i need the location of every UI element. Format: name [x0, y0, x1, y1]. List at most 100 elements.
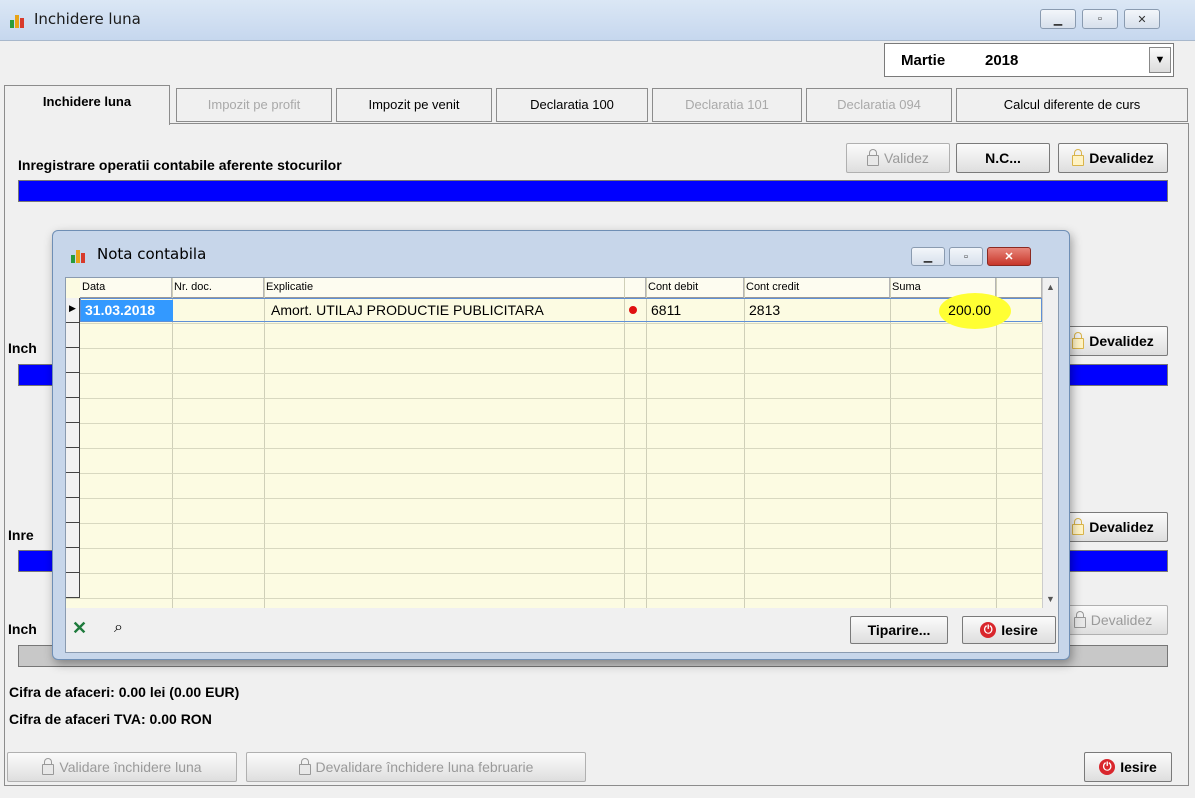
cell-cont-debit[interactable]: 6811	[647, 300, 743, 321]
row-indicator[interactable]	[66, 473, 80, 498]
binoculars-icon[interactable]: ⌕	[114, 618, 136, 638]
dialog-exit-button[interactable]: ⏻ Iesire	[962, 616, 1056, 644]
tab-declaratia-101[interactable]: Declaratia 101	[652, 88, 802, 122]
excel-export-icon[interactable]: ✕	[72, 618, 92, 638]
row-indicator[interactable]	[66, 373, 80, 398]
col-header-cont-credit[interactable]: Cont credit	[744, 278, 890, 298]
grid-line	[66, 548, 1042, 549]
section-title-stocuri: Inregistrare operatii contabile aferente…	[18, 157, 342, 173]
row-indicator[interactable]	[66, 548, 80, 573]
grid-line	[66, 573, 1042, 574]
lock-icon	[42, 757, 55, 775]
cell-cont-credit[interactable]: 2813	[745, 300, 885, 321]
grid-line	[66, 373, 1042, 374]
row-indicator[interactable]	[66, 398, 80, 423]
app-chart-icon	[10, 12, 26, 28]
grid-line	[264, 278, 265, 608]
arrow-down-icon[interactable]: ▼	[1046, 594, 1055, 604]
dialog-close-button[interactable]: ✕	[987, 247, 1031, 266]
unlock-icon	[1072, 148, 1085, 166]
row-indicator[interactable]	[66, 348, 80, 373]
devalidate-close-button[interactable]: Devalidare închidere luna februarie	[246, 752, 586, 782]
devalidate-button-3[interactable]: Devalidez	[1058, 512, 1168, 542]
section-title-3: Inre	[8, 527, 34, 543]
devalidate-label: Devalidez	[1090, 612, 1153, 628]
period-select[interactable]: Martie 2018 ▼	[884, 43, 1174, 77]
vertical-scrollbar[interactable]: ▲ ▼	[1042, 278, 1058, 608]
row-indicator[interactable]	[66, 448, 80, 473]
devalidate-label: Devalidez	[1089, 519, 1154, 535]
row-indicator[interactable]	[66, 423, 80, 448]
grid-line	[744, 278, 745, 608]
dialog-minimize-button[interactable]: ▁	[911, 247, 945, 266]
unlock-icon	[1072, 517, 1085, 535]
devalidate-label: Devalidez	[1089, 150, 1154, 166]
power-icon: ⏻	[1099, 759, 1116, 775]
print-label: Tiparire...	[867, 622, 931, 638]
print-button[interactable]: Tiparire...	[850, 616, 948, 644]
app-chart-icon	[71, 247, 87, 263]
validate-button[interactable]: Validez	[846, 143, 950, 173]
section-title-2: Inch	[8, 340, 37, 356]
tab-calcul-diferente[interactable]: Calcul diferente de curs	[956, 88, 1188, 122]
grid-line	[66, 448, 1042, 449]
row-indicator[interactable]	[66, 523, 80, 548]
arrow-up-icon[interactable]: ▲	[1046, 282, 1055, 292]
cell-nr-doc[interactable]	[173, 300, 265, 321]
grid-line	[66, 473, 1042, 474]
nc-button[interactable]: N.C...	[956, 143, 1050, 173]
lock-icon	[298, 757, 311, 775]
cifra-afaceri-text: Cifra de afaceri: 0.00 lei (0.00 EUR)	[9, 684, 240, 700]
col-header-explicatie[interactable]: Explicatie	[264, 278, 646, 298]
tab-declaratia-094[interactable]: Declaratia 094	[806, 88, 952, 122]
devalidate-close-label: Devalidare închidere luna februarie	[315, 759, 534, 775]
window-title: Inchidere luna	[34, 10, 141, 28]
grid-line	[66, 498, 1042, 499]
maximize-button[interactable]: ▫	[1082, 9, 1118, 29]
grid-line	[890, 278, 891, 608]
devalidate-button-1[interactable]: Devalidez	[1058, 143, 1168, 173]
col-header-cont-debit[interactable]: Cont debit	[646, 278, 744, 298]
col-header-nr-doc[interactable]: Nr. doc.	[172, 278, 264, 298]
table-row[interactable]: 31.03.2018 Amort. UTILAJ PRODUCTIE PUBLI…	[80, 293, 1042, 329]
close-icon: ✕	[1137, 13, 1147, 26]
validate-close-button[interactable]: Validare închidere luna	[7, 752, 237, 782]
grid-line	[66, 523, 1042, 524]
chevron-down-icon[interactable]: ▼	[1149, 47, 1171, 73]
devalidate-button-2[interactable]: Devalidez	[1058, 326, 1168, 356]
tab-impozit-profit[interactable]: Impozit pe profit	[176, 88, 332, 122]
progress-bar-stocuri	[18, 180, 1168, 202]
devalidate-button-4[interactable]: Devalidez	[1058, 605, 1168, 635]
nota-contabila-dialog: Nota contabila ▁ ▫ ✕ Data Nr. doc. Expli…	[52, 230, 1070, 660]
minimize-button[interactable]: ▁	[1040, 9, 1076, 29]
tab-impozit-venit[interactable]: Impozit pe venit	[336, 88, 492, 122]
grid-line	[66, 323, 1042, 324]
dialog-title: Nota contabila	[97, 245, 207, 263]
row-indicator[interactable]	[66, 573, 80, 598]
row-indicator[interactable]	[66, 498, 80, 523]
cifra-afaceri-tva-text: Cifra de afaceri TVA: 0.00 RON	[9, 711, 212, 727]
tab-declaratia-100[interactable]: Declaratia 100	[496, 88, 648, 122]
row-indicator[interactable]	[66, 323, 80, 348]
dialog-exit-label: Iesire	[1001, 622, 1038, 638]
dialog-maximize-button[interactable]: ▫	[949, 247, 983, 266]
cell-explicatie[interactable]: Amort. UTILAJ PRODUCTIE PUBLICITARA	[265, 300, 625, 321]
unlock-icon	[1072, 331, 1085, 349]
year-value: 2018	[985, 52, 1019, 69]
devalidate-label: Devalidez	[1089, 333, 1154, 349]
col-header-data[interactable]: Data	[80, 278, 172, 298]
grid-line	[66, 348, 1042, 349]
col-header-extra	[996, 278, 1042, 298]
close-button[interactable]: ✕	[1124, 9, 1160, 29]
caret-right-icon: ▶	[69, 303, 76, 313]
validate-label: Validez	[884, 150, 929, 166]
cell-suma[interactable]: 200.00	[891, 300, 995, 321]
row-indicator-current[interactable]: ▶	[66, 298, 80, 323]
tab-inchidere-luna[interactable]: Inchidere luna	[4, 85, 170, 125]
exit-button[interactable]: ⏻ Iesire	[1084, 752, 1172, 782]
minimize-icon: ▁	[1053, 13, 1063, 26]
cell-data[interactable]: 31.03.2018	[81, 300, 173, 321]
month-value: Martie	[901, 52, 946, 69]
entries-grid[interactable]: Data Nr. doc. Explicatie Cont debit Cont…	[66, 278, 1042, 608]
minimize-icon: ▁	[923, 251, 933, 263]
